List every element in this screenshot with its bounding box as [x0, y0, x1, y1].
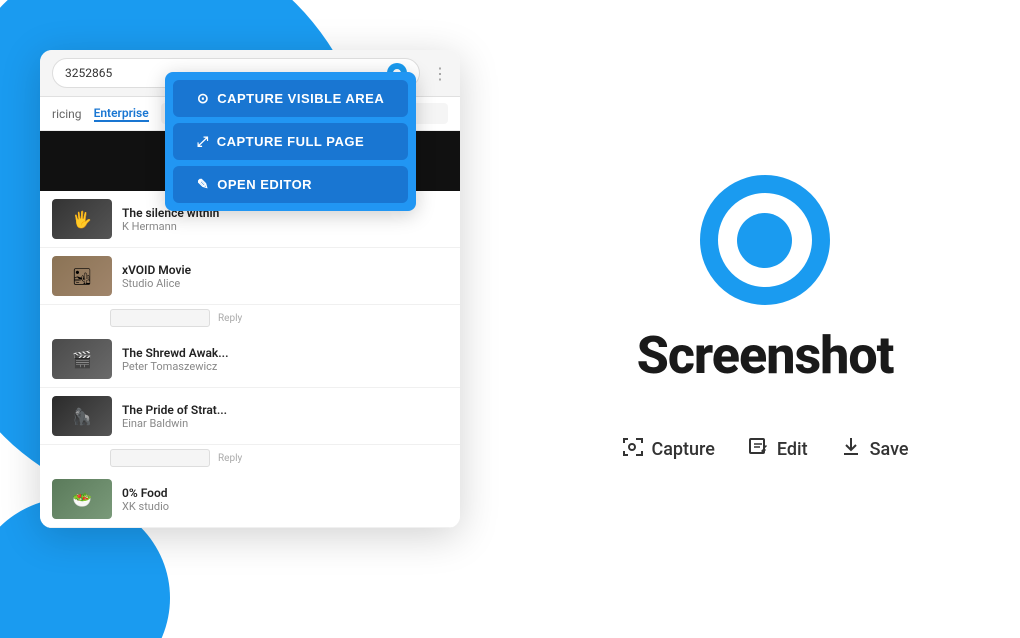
popup-menu: ⊙ CAPTURE VISIBLE AREA ⤢ CAPTURE FULL PA…	[165, 72, 416, 211]
video-list: 🖐 The silence within K Hermann 🏜 xVOID M…	[40, 191, 460, 528]
address-text: 3252865	[65, 66, 112, 80]
features-row: Capture Edit S	[621, 436, 908, 463]
open-editor-label: OPEN EDITOR	[217, 177, 312, 192]
capture-visible-icon: ⊙	[197, 90, 209, 107]
feature-edit-label: Edit	[777, 439, 808, 460]
open-editor-button[interactable]: ✎ OPEN EDITOR	[173, 166, 408, 203]
video-thumb-4: 🦍	[52, 396, 112, 436]
capture-visible-label: CAPTURE VISIBLE AREA	[217, 91, 384, 106]
video-author-2: Studio Alice	[122, 277, 448, 290]
feature-save: Save	[840, 436, 909, 463]
tab-pricing[interactable]: ricing	[52, 107, 82, 121]
video-title-2: xVOID Movie	[122, 263, 322, 277]
tab-enterprise[interactable]: Enterprise	[94, 106, 149, 122]
video-info-3: The Shrewd Awak... Peter Tomaszewicz	[122, 346, 448, 373]
feature-capture: Capture	[621, 436, 714, 463]
feature-capture-label: Capture	[651, 439, 714, 460]
left-panel: 3252865 ⋮ ricing Enterprise Search video…	[0, 0, 510, 638]
feature-save-label: Save	[870, 439, 909, 460]
video-item-4: 🦍 The Pride of Strat... Einar Baldwin	[40, 388, 460, 445]
video-thumb-3: 🎬	[52, 339, 112, 379]
logo-ring	[700, 175, 830, 305]
logo-container: Screenshot	[637, 175, 894, 386]
edit-icon	[747, 436, 769, 463]
reply-input-2[interactable]	[110, 449, 210, 467]
video-info-2: xVOID Movie Studio Alice	[122, 263, 448, 290]
capture-full-label: CAPTURE FULL PAGE	[217, 134, 364, 149]
thumb-content-1: 🖐	[52, 199, 112, 239]
reply-area-1: Reply	[40, 305, 460, 331]
video-title-3: The Shrewd Awak...	[122, 346, 322, 360]
video-info-4: The Pride of Strat... Einar Baldwin	[122, 403, 448, 430]
open-editor-icon: ✎	[197, 176, 209, 193]
video-author-1: K Hermann	[122, 220, 448, 233]
browser-dots-menu[interactable]: ⋮	[432, 64, 448, 83]
capture-full-page-button[interactable]: ⤢ CAPTURE FULL PAGE	[173, 123, 408, 160]
video-author-5: XK studio	[122, 500, 448, 513]
thumb-content-3: 🎬	[52, 339, 112, 379]
thumb-content-5: 🥗	[52, 479, 112, 519]
video-thumb-5: 🥗	[52, 479, 112, 519]
video-thumb-1: 🖐	[52, 199, 112, 239]
reply-input-1[interactable]	[110, 309, 210, 327]
video-title-4: The Pride of Strat...	[122, 403, 322, 417]
video-item-3: 🎬 The Shrewd Awak... Peter Tomaszewicz	[40, 331, 460, 388]
reply-label-1[interactable]: Reply	[218, 313, 242, 324]
video-thumb-2: 🏜	[52, 256, 112, 296]
video-author-3: Peter Tomaszewicz	[122, 360, 448, 373]
logo-inner-circle	[737, 213, 792, 268]
video-item-2: 🏜 xVOID Movie Studio Alice	[40, 248, 460, 305]
reply-label-2[interactable]: Reply	[218, 453, 242, 464]
capture-full-icon: ⤢	[197, 133, 209, 150]
app-name: Screenshot	[637, 325, 894, 386]
thumb-content-2: 🏜	[52, 256, 112, 296]
capture-visible-area-button[interactable]: ⊙ CAPTURE VISIBLE AREA	[173, 80, 408, 117]
video-author-4: Einar Baldwin	[122, 417, 448, 430]
video-title-5: 0% Food	[122, 486, 322, 500]
thumb-content-4: 🦍	[52, 396, 112, 436]
video-item-5: 🥗 0% Food XK studio	[40, 471, 460, 528]
reply-area-2: Reply	[40, 445, 460, 471]
save-icon	[840, 436, 862, 463]
right-panel: Screenshot Capture	[510, 0, 1020, 638]
feature-edit: Edit	[747, 436, 808, 463]
video-info-5: 0% Food XK studio	[122, 486, 448, 513]
capture-icon	[621, 436, 643, 463]
